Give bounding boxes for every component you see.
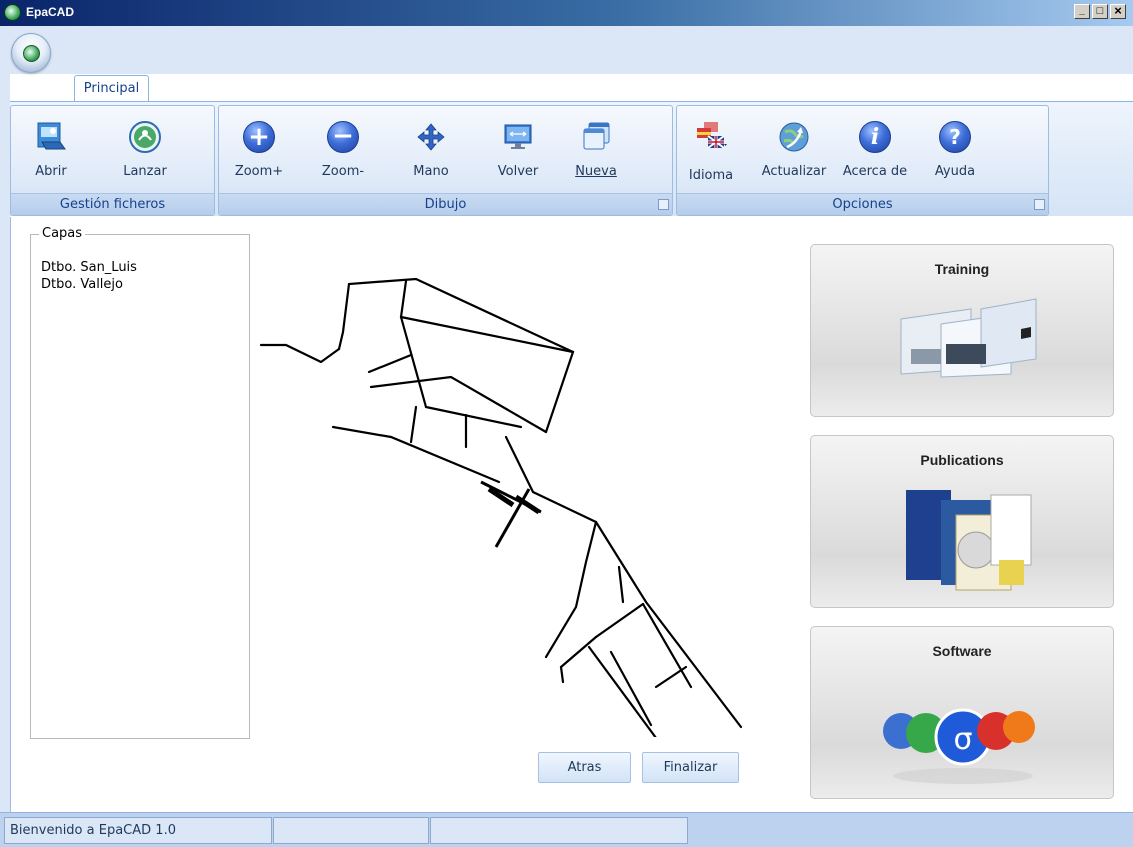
window-title: EpaCAD bbox=[26, 5, 75, 19]
help-icon: ? bbox=[938, 120, 972, 154]
zoom-in-button[interactable]: + Zoom+ bbox=[233, 120, 285, 190]
group-label-drawing: Dibujo bbox=[219, 193, 672, 215]
zoom-in-label: Zoom+ bbox=[234, 164, 284, 179]
status-cell-2 bbox=[273, 817, 429, 844]
software-title: Software bbox=[932, 643, 992, 659]
publications-books-image bbox=[906, 490, 1032, 591]
group-file-management: Abrir Lanzar Gestión ficheros bbox=[10, 105, 215, 216]
pan-arrows-icon bbox=[417, 123, 445, 151]
title-bar: EpaCAD _ □ × bbox=[0, 0, 1133, 26]
main-area: Capas Dtbo. San_Luis Dtbo. Vallejo Atras… bbox=[10, 217, 1133, 812]
update-globe-icon bbox=[779, 122, 809, 152]
zoom-out-label: Zoom- bbox=[321, 164, 365, 179]
drawing-dialog-launcher[interactable] bbox=[658, 199, 669, 210]
epa-logo-icon bbox=[129, 121, 161, 153]
open-button[interactable]: Abrir bbox=[27, 120, 75, 190]
update-button[interactable]: Actualizar bbox=[757, 120, 831, 190]
back-view-button[interactable]: Volver bbox=[493, 120, 543, 190]
tab-principal[interactable]: Principal bbox=[74, 75, 149, 102]
language-label: Idioma bbox=[688, 168, 734, 183]
maximize-button[interactable]: □ bbox=[1092, 4, 1108, 19]
update-label: Actualizar bbox=[761, 164, 827, 179]
back-button[interactable]: Atras bbox=[538, 752, 631, 783]
layers-panel: Capas Dtbo. San_Luis Dtbo. Vallejo bbox=[30, 226, 250, 739]
group-drawing: + Zoom+ − Zoom- Mano Volver Nueva Dibujo bbox=[218, 105, 673, 216]
about-button[interactable]: i Acerca de bbox=[837, 120, 913, 190]
svg-text:σ: σ bbox=[953, 722, 972, 757]
launch-label: Lanzar bbox=[123, 164, 167, 179]
publications-card[interactable]: Publications bbox=[810, 435, 1114, 608]
layers-legend: Capas bbox=[39, 226, 86, 241]
publications-title: Publications bbox=[920, 452, 1004, 468]
finish-button[interactable]: Finalizar bbox=[642, 752, 739, 783]
status-message: Bienvenido a EpaCAD 1.0 bbox=[4, 817, 272, 844]
fit-screen-icon bbox=[504, 124, 532, 149]
status-cell-3 bbox=[430, 817, 688, 844]
layer-item[interactable]: Dtbo. San_Luis bbox=[41, 259, 137, 276]
frame-left bbox=[0, 74, 10, 812]
new-window-label: Nueva bbox=[575, 164, 617, 179]
application-menu-button[interactable] bbox=[11, 33, 51, 73]
new-window-icon bbox=[583, 122, 610, 150]
open-file-icon bbox=[37, 122, 66, 150]
layer-item[interactable]: Dtbo. Vallejo bbox=[41, 276, 137, 293]
group-label-options: Opciones bbox=[677, 193, 1048, 215]
quick-access-bar bbox=[0, 26, 1133, 74]
group-label-files: Gestión ficheros bbox=[11, 193, 214, 215]
new-window-button[interactable]: Nueva bbox=[571, 120, 621, 190]
pan-label: Mano bbox=[413, 164, 449, 179]
launch-button[interactable]: Lanzar bbox=[115, 120, 175, 190]
language-flags-icon bbox=[697, 122, 727, 149]
group-options: Idioma Actualizar i Acerca de ? Ayuda Op… bbox=[676, 105, 1049, 216]
minimize-button[interactable]: _ bbox=[1074, 4, 1090, 19]
training-slides-image bbox=[900, 298, 1037, 378]
network-map-canvas[interactable] bbox=[251, 267, 771, 737]
zoom-in-icon: + bbox=[242, 120, 276, 154]
about-label: Acerca de bbox=[842, 164, 908, 179]
options-dialog-launcher[interactable] bbox=[1034, 199, 1045, 210]
app-logo-icon bbox=[4, 4, 21, 21]
training-title: Training bbox=[934, 261, 990, 277]
zoom-out-icon: − bbox=[326, 120, 360, 154]
layers-list: Dtbo. San_Luis Dtbo. Vallejo bbox=[41, 259, 137, 293]
training-card[interactable]: Training bbox=[810, 244, 1114, 417]
back-view-label: Volver bbox=[497, 164, 539, 179]
pan-button[interactable]: Mano bbox=[409, 120, 453, 190]
status-bar: Bienvenido a EpaCAD 1.0 bbox=[0, 812, 1133, 847]
zoom-out-button[interactable]: − Zoom- bbox=[317, 120, 369, 190]
software-card[interactable]: Software σ bbox=[810, 626, 1114, 799]
info-icon: i bbox=[858, 120, 892, 154]
app-orb-icon bbox=[23, 45, 40, 62]
language-button[interactable]: Idioma bbox=[681, 120, 741, 190]
software-spheres-image: σ bbox=[883, 708, 1035, 784]
open-label: Abrir bbox=[35, 164, 67, 179]
help-label: Ayuda bbox=[934, 164, 976, 179]
ribbon: Abrir Lanzar Gestión ficheros + Zoom+ − … bbox=[10, 101, 1133, 216]
help-button[interactable]: ? Ayuda bbox=[929, 120, 981, 190]
close-button[interactable]: × bbox=[1110, 4, 1126, 19]
